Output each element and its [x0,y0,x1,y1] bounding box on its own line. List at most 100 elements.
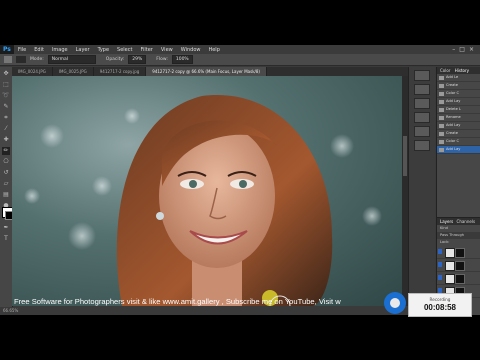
history-state-icon [439,123,444,128]
history-state-icon [439,139,444,144]
crop-tool-icon[interactable]: ⌗ [2,114,10,122]
document-tabs: IMG_0024.JPG IMG_0025.JPG 9412717-2 copy… [12,67,410,76]
adjustments-panel-icon[interactable] [414,98,430,109]
flow-field[interactable]: 100% [171,55,193,64]
menu-view[interactable]: View [157,47,177,53]
layer-mask-thumbnail[interactable] [455,248,465,258]
layer-filter-row: Kind [437,225,480,232]
history-state-icon [439,83,444,88]
blend-mode-select[interactable]: Pass Through [440,233,464,237]
type-tool-icon[interactable]: T [2,235,10,243]
history-item[interactable]: Delete L [437,106,480,114]
menu-layer[interactable]: Layer [72,47,94,53]
record-dot-icon [390,298,400,308]
lock-label: Lock: [440,240,450,244]
history-item[interactable]: Add Lay [437,122,480,130]
history-item[interactable]: Color C [437,138,480,146]
history-state-icon [439,91,444,96]
photoshop-window: Ps File Edit Image Layer Type Select Fil… [0,45,480,315]
layer-row[interactable] [437,246,480,259]
visibility-eye-icon[interactable] [438,275,442,280]
history-item[interactable]: Add Le [437,74,480,82]
move-tool-icon[interactable]: ✥ [2,70,10,78]
eyedropper-tool-icon[interactable]: ⁄ [2,125,10,133]
menu-filter[interactable]: Filter [136,47,156,53]
history-brush-tool-icon[interactable]: ↺ [2,169,10,177]
flow-label: Flow: [156,57,168,62]
layer-row[interactable] [437,272,480,285]
lasso-tool-icon[interactable]: ➰ [2,92,10,100]
menu-select[interactable]: Select [113,47,136,53]
menu-bar: Ps File Edit Image Layer Type Select Fil… [0,45,480,54]
tab-document[interactable]: IMG_0025.JPG [53,67,94,76]
history-panel-icon[interactable] [414,70,430,81]
right-panels: Color History Add Le Create Color C Add … [436,67,480,315]
tab-color[interactable]: Color [440,68,450,73]
layer-thumbnail [445,274,455,284]
menu-type[interactable]: Type [94,47,113,53]
menu-image[interactable]: Image [48,47,72,53]
history-item[interactable]: Color C [437,90,480,98]
tab-history[interactable]: History [455,68,469,73]
history-state-icon [439,75,444,80]
options-bar: Mode: Normal Opacity: 29% Flow: 100% [0,54,480,66]
brush-preset-picker[interactable] [16,56,26,63]
brush-tool-icon[interactable] [4,56,12,63]
history-item-selected[interactable]: Add Lay [437,146,480,154]
app-logo: Ps [0,45,14,54]
history-state-icon [439,131,444,136]
history-state-icon [439,147,444,152]
tab-channels[interactable]: Channels [457,219,476,224]
recording-indicator-icon [384,292,406,314]
history-item[interactable]: Rename [437,114,480,122]
history-panel-header: Color History [437,67,480,74]
maximize-icon[interactable]: □ [459,46,465,53]
visibility-eye-icon[interactable] [438,249,442,254]
history-state-icon [439,99,444,104]
recording-timer: Recording 00:08:58 [408,293,472,317]
eraser-tool-icon[interactable]: ▱ [2,180,10,188]
tab-document-active[interactable]: 9412717-2 copy @ 66.6% (Main Focus, Laye… [146,67,267,76]
clone-stamp-tool-icon[interactable]: ⎔ [2,158,10,166]
opacity-field[interactable]: 29% [128,55,147,64]
brush-panel-icon[interactable] [414,126,430,137]
menu-file[interactable]: File [14,47,30,53]
pen-tool-icon[interactable]: ✒ [2,224,10,232]
info-panel-icon[interactable] [414,112,430,123]
tab-document[interactable]: 9412717-2 copy.jpg [94,67,147,76]
layer-mask-thumbnail[interactable] [455,274,465,284]
close-icon[interactable]: × [469,46,474,53]
layer-row[interactable] [437,259,480,272]
menu-edit[interactable]: Edit [30,47,48,53]
menu-help[interactable]: Help [204,47,223,53]
history-item[interactable]: Create [437,130,480,138]
character-panel-icon[interactable] [414,140,430,151]
portrait-photo [24,95,382,306]
recording-label: Recording [429,297,451,302]
layer-thumbnail [445,261,455,271]
panel-dock [408,67,435,315]
brush-tool-icon-active[interactable]: ✏ [2,147,10,155]
window-controls: – □ × [452,46,480,53]
scrollbar-thumb[interactable] [403,136,407,176]
history-item[interactable]: Add Lay [437,98,480,106]
kind-filter[interactable]: Kind [440,226,448,230]
tab-document[interactable]: IMG_0024.JPG [12,67,53,76]
history-item[interactable]: Create [437,82,480,90]
properties-panel-icon[interactable] [414,84,430,95]
promo-caption: Free Software for Photographers visit & … [14,297,341,306]
tab-layers[interactable]: Layers [440,219,453,224]
menu-window[interactable]: Window [177,47,205,53]
opacity-label: Opacity: [105,57,125,62]
mode-select[interactable]: Normal [47,55,96,64]
layer-thumbnail [445,248,455,258]
blend-mode-row: Pass Through [437,232,480,239]
healing-tool-icon[interactable]: ✚ [2,136,10,144]
gradient-tool-icon[interactable]: ▤ [2,191,10,199]
visibility-eye-icon[interactable] [438,262,442,267]
document-canvas[interactable] [12,76,402,306]
minimize-icon[interactable]: – [452,46,455,53]
layer-mask-thumbnail[interactable] [455,261,465,271]
quick-select-tool-icon[interactable]: ✎ [2,103,10,111]
marquee-tool-icon[interactable]: ⬚ [2,81,10,89]
